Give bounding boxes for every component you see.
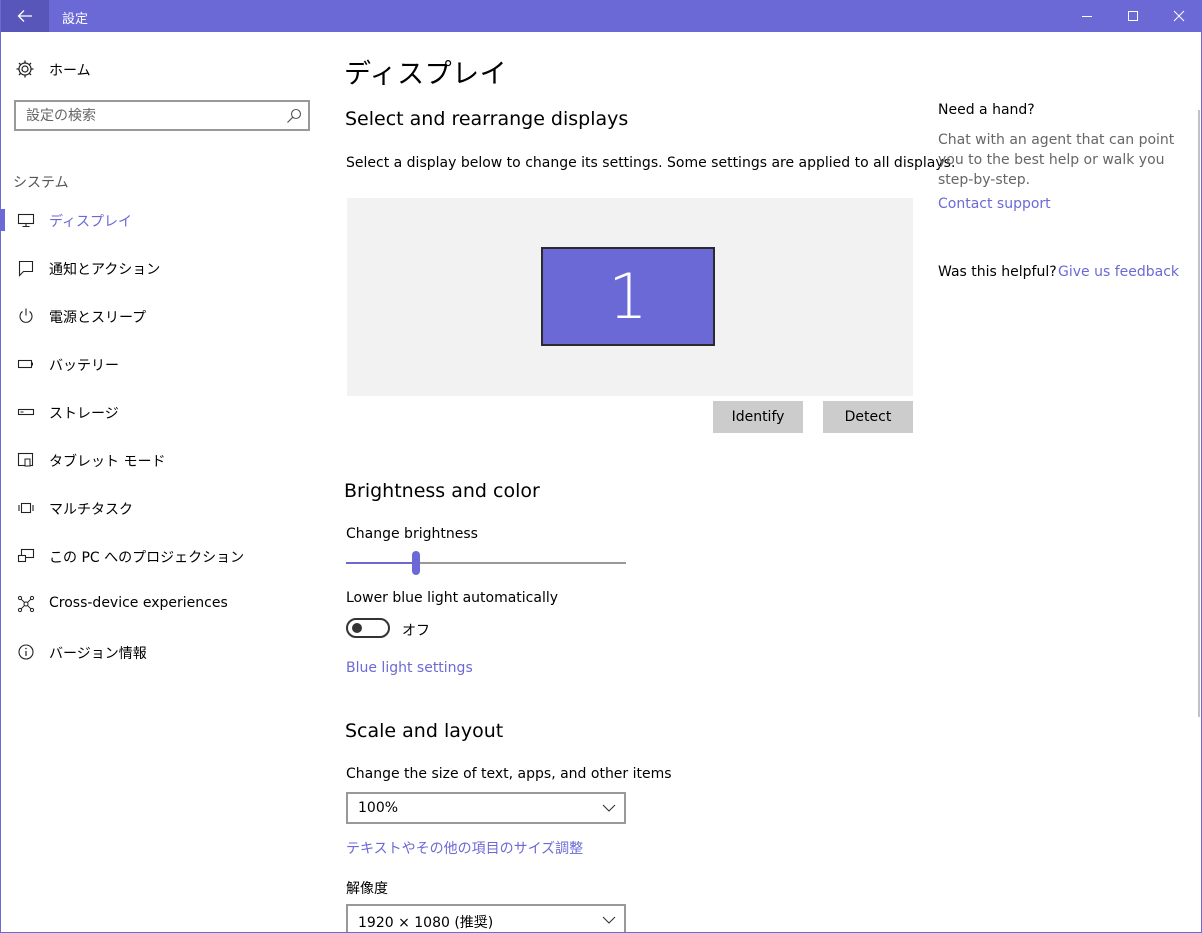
maximize-button[interactable] xyxy=(1110,0,1156,32)
projection-icon xyxy=(17,548,35,563)
settings-window: 設定 ホーム システム xyxy=(0,0,1202,933)
scale-dropdown[interactable]: 100% xyxy=(346,792,626,824)
gear-icon xyxy=(16,60,34,78)
sidebar-item-projection[interactable]: この PC へのプロジェクション xyxy=(1,536,323,576)
chevron-down-icon xyxy=(602,804,616,812)
sidebar-item-cross-device[interactable]: Cross-device experiences xyxy=(1,584,323,624)
section-label-system: システム xyxy=(13,175,69,191)
arrange-heading: Select and rearrange displays xyxy=(345,108,629,130)
sidebar-item-label: ディスプレイ xyxy=(49,214,133,230)
toggle-knob xyxy=(352,623,362,633)
sidebar-item-multitasking[interactable]: マルチタスク xyxy=(1,488,323,528)
resolution-label: 解像度 xyxy=(346,881,388,897)
settings-search[interactable] xyxy=(14,100,310,131)
slider-fill xyxy=(346,562,416,564)
window-title: 設定 xyxy=(62,12,89,27)
title-bar: 設定 xyxy=(1,0,1201,32)
sidebar-item-label: バッテリー xyxy=(49,358,119,374)
scale-size-label: Change the size of text, apps, and other… xyxy=(346,766,672,782)
sidebar-item-display[interactable]: ディスプレイ xyxy=(1,200,323,240)
sidebar-item-battery[interactable]: バッテリー xyxy=(1,344,323,384)
active-indicator xyxy=(1,209,5,231)
minimize-button[interactable] xyxy=(1064,0,1110,32)
sidebar-item-label: 電源とスリープ xyxy=(49,310,147,326)
sidebar-item-storage[interactable]: ストレージ xyxy=(1,392,323,432)
sidebar-item-tablet-mode[interactable]: タブレット モード xyxy=(1,440,323,480)
custom-scaling-link[interactable]: テキストやその他の項目のサイズ調整 xyxy=(346,838,583,858)
display-arrangement-area[interactable]: 1 xyxy=(347,198,913,396)
message-icon xyxy=(18,260,34,277)
arrange-description: Select a display below to change its set… xyxy=(346,155,956,171)
brightness-heading: Brightness and color xyxy=(344,480,540,502)
maximize-icon xyxy=(1128,11,1138,21)
close-button[interactable] xyxy=(1156,0,1201,32)
back-arrow-icon xyxy=(17,10,32,22)
scrollbar[interactable] xyxy=(1198,110,1200,717)
tablet-icon xyxy=(17,452,34,467)
blue-light-toggle[interactable] xyxy=(346,618,390,638)
slider-thumb[interactable] xyxy=(412,551,420,575)
scale-heading: Scale and layout xyxy=(345,720,504,742)
resolution-dropdown[interactable]: 1920 × 1080 (推奨) xyxy=(346,904,626,932)
help-heading: Need a hand? xyxy=(938,102,1035,118)
battery-icon xyxy=(17,359,33,369)
blue-light-settings-link[interactable]: Blue light settings xyxy=(346,660,473,676)
sidebar-item-label: バージョン情報 xyxy=(49,646,147,662)
sidebar-item-about[interactable]: バージョン情報 xyxy=(1,632,323,672)
storage-icon xyxy=(17,408,35,416)
identify-button[interactable]: Identify xyxy=(713,401,803,433)
resolution-value: 1920 × 1080 (推奨) xyxy=(358,915,494,931)
blue-light-label: Lower blue light automatically xyxy=(346,590,559,606)
multitask-icon xyxy=(18,502,34,514)
sidebar-item-label: 通知とアクション xyxy=(49,262,161,278)
sidebar-item-label: マルチタスク xyxy=(49,502,133,518)
home-link[interactable]: ホーム xyxy=(1,56,323,82)
sidebar-item-label: この PC へのプロジェクション xyxy=(49,550,245,566)
toggle-state-label: オフ xyxy=(402,623,430,639)
sidebar: ホーム システム ディスプレイ 通知とアクション xyxy=(1,32,323,932)
minimize-icon xyxy=(1082,16,1092,17)
search-icon[interactable] xyxy=(286,108,302,124)
sidebar-item-power[interactable]: 電源とスリープ xyxy=(1,296,323,336)
close-icon xyxy=(1173,10,1185,22)
power-icon xyxy=(19,308,33,323)
help-description: Chat with an agent that can point you to… xyxy=(938,132,1175,188)
contact-support-link[interactable]: Contact support xyxy=(938,196,1051,212)
was-this-helpful-label: Was this helpful? xyxy=(938,264,1057,280)
chevron-down-icon xyxy=(602,916,616,924)
sidebar-item-label: Cross-device experiences xyxy=(49,595,228,611)
cross-device-icon xyxy=(17,595,35,613)
page-title: ディスプレイ xyxy=(344,59,508,90)
detect-button[interactable]: Detect xyxy=(823,401,913,433)
brightness-slider[interactable] xyxy=(346,548,626,578)
sidebar-item-label: ストレージ xyxy=(49,406,119,422)
scale-value: 100% xyxy=(358,800,399,816)
sidebar-item-notifications[interactable]: 通知とアクション xyxy=(1,248,323,288)
search-input[interactable] xyxy=(26,106,281,126)
back-button[interactable] xyxy=(1,0,49,32)
sidebar-item-label: タブレット モード xyxy=(49,454,166,470)
home-label: ホーム xyxy=(49,63,91,79)
main-content: ディスプレイ Select and rearrange displays Sel… xyxy=(323,32,1201,932)
monitor-icon xyxy=(17,213,35,228)
info-icon xyxy=(18,644,34,660)
brightness-label: Change brightness xyxy=(346,526,478,542)
display-1-tile[interactable]: 1 xyxy=(541,247,715,346)
give-feedback-link[interactable]: Give us feedback xyxy=(1058,264,1179,280)
